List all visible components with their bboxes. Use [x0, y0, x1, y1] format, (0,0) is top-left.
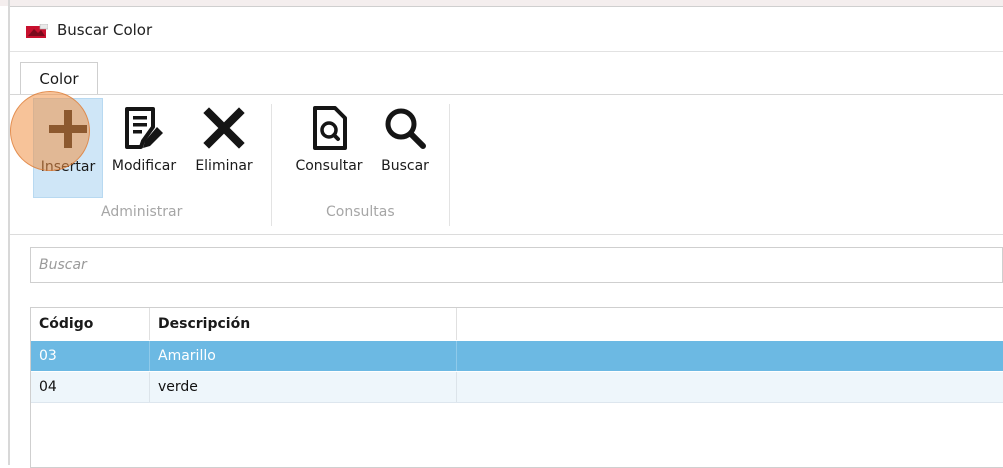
modificar-label: Modificar	[111, 158, 177, 174]
tab-divider	[10, 94, 1003, 95]
edit-document-icon	[104, 104, 184, 152]
document-search-icon	[286, 104, 372, 152]
group-separator	[271, 104, 272, 226]
buscar-label: Buscar	[381, 158, 429, 174]
grid-header-row: Código Descripción	[31, 308, 1003, 340]
title-bar[interactable]: Buscar Color	[10, 7, 1003, 51]
ribbon: Color Insertar Modificar Eliminar Consul…	[10, 51, 1003, 235]
consultar-button[interactable]: Consultar	[286, 98, 372, 196]
table-row[interactable]: 03 Amarillo	[31, 341, 1003, 371]
eliminar-button[interactable]: Eliminar	[188, 98, 260, 196]
buscar-button[interactable]: Buscar	[374, 98, 436, 196]
modificar-button[interactable]: Modificar	[104, 98, 184, 196]
consultar-label: Consultar	[295, 158, 363, 174]
cell-codigo: 03	[31, 341, 150, 371]
table-row[interactable]: 04 verde	[31, 372, 1003, 403]
cell-descripcion: Amarillo	[150, 341, 457, 371]
app-icon	[26, 24, 48, 38]
window-title: Buscar Color	[57, 21, 153, 39]
cell-codigo: 04	[31, 372, 150, 402]
group-label-administrar: Administrar	[101, 204, 183, 220]
column-header-descripcion[interactable]: Descripción	[150, 308, 457, 340]
eliminar-label: Eliminar	[195, 158, 253, 174]
color-grid: Código Descripción 03 Amarillo 04 verde	[30, 307, 1003, 468]
tab-color[interactable]: Color	[20, 62, 98, 95]
search-field[interactable]	[30, 247, 1003, 283]
magnifier-icon	[374, 104, 436, 152]
column-header-codigo[interactable]: Código	[31, 308, 150, 340]
group-label-consultas: Consultas	[326, 204, 395, 220]
group-separator	[449, 104, 450, 226]
cell-descripcion: verde	[150, 372, 457, 402]
click-highlight	[10, 91, 90, 171]
close-x-icon	[188, 104, 260, 152]
search-input[interactable]	[31, 248, 1002, 282]
buscar-color-window: Buscar Color Color Insertar Modificar El…	[10, 6, 1003, 468]
